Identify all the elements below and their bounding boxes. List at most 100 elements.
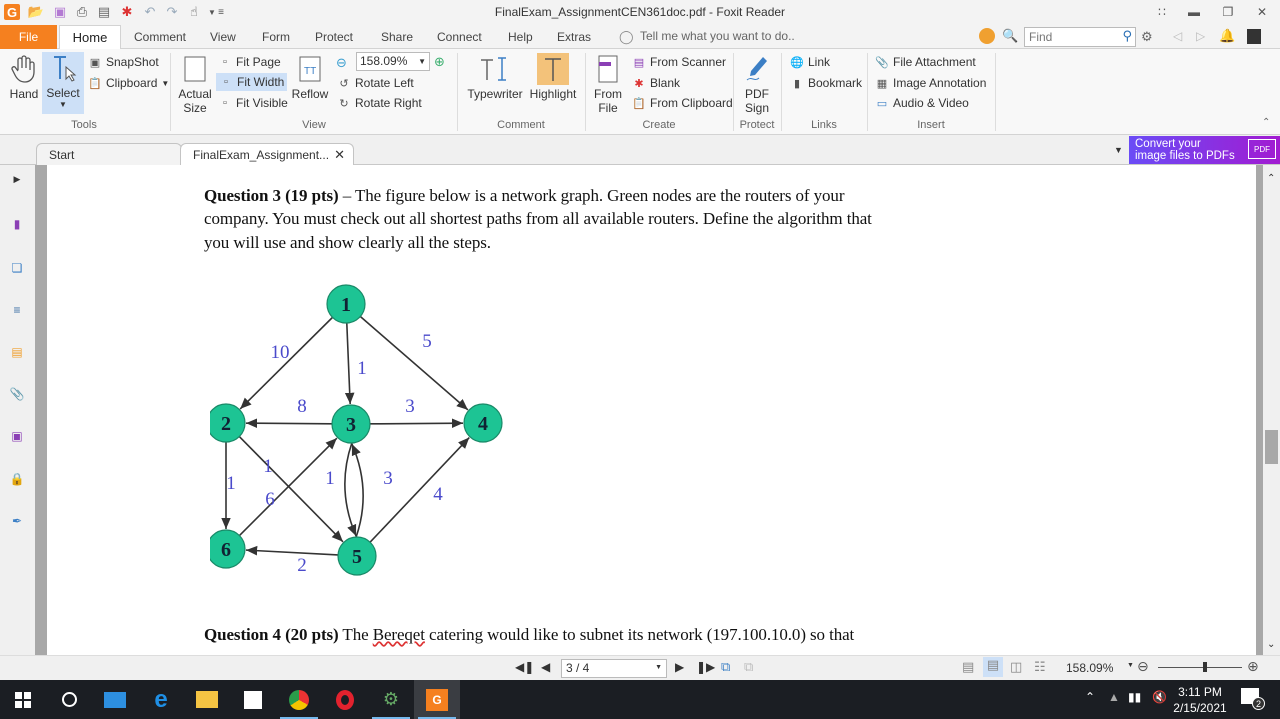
search-folder-icon[interactable]: 🔍 bbox=[1002, 28, 1018, 44]
next-view-icon[interactable]: ⧉ bbox=[744, 659, 753, 675]
actual-size-button[interactable]: Actual Size bbox=[177, 53, 213, 115]
clipboard-button[interactable]: 📋 Clipboard ▼ bbox=[88, 76, 169, 90]
select-tool-button[interactable]: Select ▼ bbox=[42, 52, 84, 114]
convert-images-promo[interactable]: Convert your image files to PDFs PDF bbox=[1129, 136, 1280, 164]
certify-pen-icon[interactable]: ✒ bbox=[7, 511, 27, 531]
tabs-dropdown-icon[interactable]: ▼ bbox=[1114, 145, 1123, 155]
snapshot-button[interactable]: ▣ SnapShot bbox=[88, 55, 159, 69]
tab-share[interactable]: Share bbox=[375, 25, 419, 49]
attachments-panel-icon[interactable]: 📎 bbox=[7, 384, 27, 404]
hand-tool-button[interactable]: Hand bbox=[6, 53, 42, 101]
zoom-out-button[interactable]: ⊖ bbox=[1137, 658, 1149, 675]
signatures-panel-icon[interactable]: ▣ bbox=[7, 426, 27, 446]
bookmarks-panel-icon[interactable]: ▮ bbox=[7, 214, 27, 234]
clock[interactable]: 3:11 PM 2/15/2021 bbox=[1168, 684, 1232, 716]
from-file-button[interactable]: From File bbox=[592, 53, 624, 115]
previous-view-icon[interactable]: ⧉ bbox=[721, 659, 730, 675]
typewriter-button[interactable]: Typewriter bbox=[466, 53, 524, 101]
security-lock-icon[interactable]: 🔒 bbox=[7, 469, 27, 489]
tab-form[interactable]: Form bbox=[256, 25, 296, 49]
settings-gear-icon[interactable]: ⚙ bbox=[1141, 29, 1153, 45]
misspelled-word[interactable]: Bereqet bbox=[373, 625, 425, 644]
rotate-right-button[interactable]: ↻ Rotate Right bbox=[337, 96, 421, 110]
cortana-search-icon[interactable] bbox=[46, 680, 92, 719]
zoom-select[interactable]: 158.09% ▼ bbox=[356, 52, 430, 71]
favorite-icon[interactable] bbox=[979, 28, 995, 44]
scrollbar-thumb[interactable] bbox=[1265, 430, 1278, 464]
tab-file[interactable]: File bbox=[0, 25, 57, 49]
scroll-up-icon[interactable]: ⌃ bbox=[1267, 173, 1275, 184]
pages-panel-icon[interactable]: ❏ bbox=[7, 258, 27, 278]
tab-protect[interactable]: Protect bbox=[309, 25, 359, 49]
edge-browser-icon[interactable]: e bbox=[138, 680, 184, 719]
store-icon[interactable] bbox=[230, 680, 276, 719]
start-button[interactable] bbox=[0, 680, 46, 719]
tab-connect[interactable]: Connect bbox=[431, 25, 488, 49]
page-number-input[interactable]: 3 / 4 ▼ bbox=[561, 659, 667, 678]
zoom-in-button[interactable]: ⊕ bbox=[1247, 658, 1259, 675]
blank-button[interactable]: ✱ Blank bbox=[632, 76, 680, 90]
file-attachment-button[interactable]: 📎 File Attachment bbox=[875, 55, 976, 69]
fullscreen-icon[interactable]: ∷ bbox=[1148, 2, 1176, 22]
show-hidden-icons[interactable]: ⌃ bbox=[1085, 690, 1095, 704]
notification-bell-icon[interactable]: 🔔 bbox=[1219, 28, 1235, 44]
audio-video-button[interactable]: ▭ Audio & Video bbox=[875, 96, 969, 110]
forward-arrow-icon[interactable]: ▷ bbox=[1196, 29, 1205, 43]
scroll-down-icon[interactable]: ⌄ bbox=[1267, 639, 1275, 650]
close-tab-icon[interactable]: ✕ bbox=[334, 147, 345, 163]
collapse-ribbon-icon[interactable]: ⌃ bbox=[1262, 117, 1270, 128]
previous-page-icon[interactable]: ◀ bbox=[541, 660, 550, 674]
single-page-icon[interactable]: ▤ bbox=[962, 659, 974, 675]
layers-panel-icon[interactable]: ≡ bbox=[7, 300, 27, 320]
comments-panel-icon[interactable]: ▤ bbox=[7, 342, 27, 362]
zoom-in-icon[interactable]: ⊕ bbox=[434, 54, 445, 70]
panel-splitter[interactable] bbox=[35, 165, 47, 655]
fit-page-button[interactable]: ▫ Fit Page bbox=[218, 55, 281, 69]
back-arrow-icon[interactable]: ◁ bbox=[1173, 29, 1182, 43]
continuous-page-icon[interactable]: ▤ bbox=[983, 657, 1003, 677]
fit-width-button[interactable]: ▫ Fit Width bbox=[216, 73, 288, 91]
reflow-button[interactable]: TT Reflow bbox=[291, 53, 329, 101]
highlight-button[interactable]: Highlight bbox=[530, 53, 576, 101]
mail-app-icon[interactable] bbox=[92, 680, 138, 719]
tab-start[interactable]: Start bbox=[36, 143, 182, 165]
opera-icon[interactable] bbox=[322, 680, 368, 719]
close-button[interactable]: ✕ bbox=[1248, 2, 1276, 22]
from-clipboard-button[interactable]: 📋 From Clipboard bbox=[632, 96, 733, 110]
next-page-icon[interactable]: ▶ bbox=[675, 660, 684, 674]
tab-extras[interactable]: Extras bbox=[551, 25, 597, 49]
search-icon[interactable]: ⚲ bbox=[1122, 28, 1132, 44]
tab-document[interactable]: FinalExam_Assignment... ✕ bbox=[180, 143, 354, 165]
zoom-slider[interactable] bbox=[1158, 667, 1242, 668]
zoom-dropdown-icon[interactable]: ▼ bbox=[1127, 662, 1134, 669]
pdf-sign-button[interactable]: PDF Sign bbox=[740, 53, 774, 115]
minimize-button[interactable]: ▬ bbox=[1180, 2, 1208, 22]
tab-home[interactable]: Home bbox=[59, 25, 121, 50]
link-button[interactable]: 🌐 Link bbox=[790, 55, 830, 69]
rotate-left-button[interactable]: ↺ Rotate Left bbox=[337, 76, 413, 90]
battery-icon[interactable]: ▮▮ bbox=[1128, 690, 1141, 704]
zoom-slider-handle[interactable] bbox=[1203, 662, 1207, 672]
app-icon[interactable]: ⚙ bbox=[368, 680, 414, 719]
find-input[interactable]: Find ⚲ bbox=[1024, 27, 1136, 47]
tell-me-input[interactable]: Tell me what you want to do.. bbox=[640, 29, 795, 43]
bookmark-button[interactable]: ▮ Bookmark bbox=[790, 76, 862, 90]
status-zoom-value[interactable]: 158.09% bbox=[1066, 661, 1113, 675]
user-account-icon[interactable] bbox=[1247, 29, 1261, 44]
expand-panel-icon[interactable]: ▶ bbox=[7, 169, 27, 189]
continuous-facing-icon[interactable]: ☷ bbox=[1034, 659, 1046, 675]
chrome-icon[interactable] bbox=[276, 680, 322, 719]
vertical-scrollbar[interactable]: ⌃ ⌄ bbox=[1263, 165, 1280, 655]
tab-comment[interactable]: Comment bbox=[128, 25, 192, 49]
facing-pages-icon[interactable]: ◫ bbox=[1010, 659, 1022, 675]
zoom-out-icon[interactable]: ⊖ bbox=[336, 55, 347, 71]
file-explorer-icon[interactable] bbox=[184, 680, 230, 719]
wifi-icon[interactable]: ▲ bbox=[1108, 690, 1120, 704]
tab-help[interactable]: Help bbox=[502, 25, 539, 49]
from-scanner-button[interactable]: ▤ From Scanner bbox=[632, 55, 726, 69]
tab-view[interactable]: View bbox=[204, 25, 242, 49]
last-page-icon[interactable]: ❚▶ bbox=[696, 660, 715, 674]
first-page-icon[interactable]: ◀❚ bbox=[515, 660, 534, 674]
volume-muted-icon[interactable]: 🔇 bbox=[1152, 690, 1167, 704]
fit-visible-button[interactable]: ▫ Fit Visible bbox=[218, 96, 288, 110]
